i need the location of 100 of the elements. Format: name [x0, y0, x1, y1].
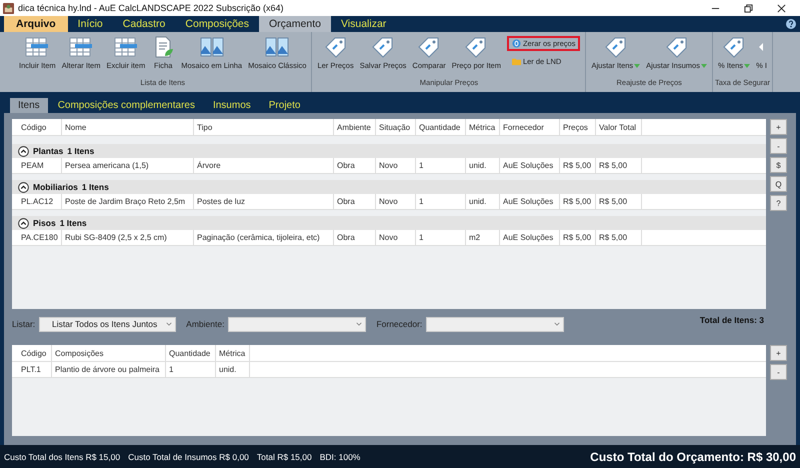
- price-tag-icon: [464, 36, 488, 58]
- filter-label: Fornecedor:: [376, 319, 422, 329]
- menu-tab[interactable]: Orçamento: [259, 16, 331, 32]
- table-cell: PLT.1: [18, 362, 52, 377]
- table-cell: m2: [466, 230, 500, 245]
- table-cell: R$ 5,00: [560, 158, 596, 173]
- group-name: Mobiliarios: [33, 182, 78, 192]
- collapse-icon[interactable]: [18, 218, 29, 228]
- table-cell: Obra: [334, 194, 376, 209]
- table-cell: unid.: [466, 194, 500, 209]
- dropdown-icon: [744, 64, 750, 68]
- column-header[interactable]: Ambiente: [334, 119, 376, 135]
- table-cell: R$ 5,00: [596, 194, 642, 209]
- table-cell: Rubi SG-8409 (2,5 x 2,5 cm): [62, 230, 194, 245]
- side-button[interactable]: -: [770, 364, 787, 380]
- table-cell: Obra: [334, 230, 376, 245]
- table-cell: Persea americana (1,5): [62, 158, 194, 173]
- group-count: 1 Itens: [82, 182, 109, 192]
- table-cell: unid.: [466, 158, 500, 173]
- column-header[interactable]: Tipo: [194, 119, 334, 135]
- column-header[interactable]: Métrica: [466, 119, 500, 135]
- dropdown[interactable]: [228, 316, 366, 332]
- group-name: Pisos: [33, 218, 56, 228]
- table-cell: R$ 5,00: [560, 194, 596, 209]
- mosaic-icon: [200, 36, 224, 58]
- table-cell: PEAM: [18, 158, 62, 173]
- folder-icon: [512, 57, 521, 66]
- price-tag-icon: [417, 36, 442, 58]
- menu-tab[interactable]: Visualizar: [330, 16, 396, 32]
- table-icon: [114, 36, 138, 58]
- side-button[interactable]: ?: [770, 195, 787, 211]
- menu-tab[interactable]: Início: [68, 16, 113, 32]
- collapse-icon[interactable]: [18, 146, 29, 156]
- column-header[interactable]: Situação: [376, 119, 416, 135]
- column-header[interactable]: Preços: [560, 119, 596, 135]
- tab[interactable]: Insumos: [204, 98, 259, 113]
- menu-tab[interactable]: Cadastro: [112, 16, 176, 32]
- table-icon: [69, 36, 94, 58]
- help-icon[interactable]: [786, 19, 796, 29]
- mosaic-icon: [265, 36, 290, 58]
- side-button[interactable]: +: [770, 345, 787, 361]
- column-header[interactable]: Quantidade: [166, 345, 216, 361]
- chevron-icon: [356, 322, 362, 326]
- close-icon[interactable]: [777, 4, 786, 12]
- side-button[interactable]: +: [770, 119, 787, 135]
- status-text: Total R$ 15,00: [256, 452, 312, 462]
- table-cell: Árvore: [194, 158, 334, 173]
- dropdown[interactable]: Listar Todos os Itens Juntos: [39, 316, 176, 332]
- table-cell: unid.: [216, 362, 250, 377]
- menu-tab[interactable]: Composições: [175, 16, 260, 32]
- group-name: Plantas: [33, 146, 64, 156]
- column-header[interactable]: Métrica: [216, 345, 250, 361]
- column-header[interactable]: Código: [18, 345, 52, 361]
- table-cell: PA.CE180: [18, 230, 62, 245]
- table-icon: [25, 36, 50, 58]
- zero-icon: [512, 39, 521, 48]
- price-tag-icon: [371, 36, 396, 58]
- chevron-icon: [554, 322, 560, 326]
- filter-label: Ambiente:: [186, 319, 224, 329]
- tab[interactable]: Itens: [10, 98, 48, 113]
- filter-label: Listar:: [12, 319, 36, 329]
- table-cell: Poste de Jardim Braço Reto 2,5m: [62, 194, 194, 209]
- price-tag-icon: [324, 36, 348, 58]
- side-button[interactable]: $: [770, 157, 787, 173]
- price-tag-icon: [604, 36, 628, 58]
- table-cell: Plantio de árvore ou palmeira: [52, 362, 166, 377]
- status-text: Custo Total de Insumos R$ 0,00: [128, 452, 249, 462]
- table-cell: 1: [416, 158, 466, 173]
- table-cell: Novo: [376, 230, 416, 245]
- table-cell: 1: [416, 194, 466, 209]
- table-cell: 1: [166, 362, 216, 377]
- group-count: 1 Itens: [67, 146, 94, 156]
- menu-tab[interactable]: Arquivo: [4, 16, 68, 32]
- grand-total: Custo Total do Orçamento: R$ 30,00: [590, 450, 796, 464]
- column-header[interactable]: Composições: [52, 345, 166, 361]
- price-tag-icon: [664, 36, 689, 58]
- column-header[interactable]: Valor Total: [596, 119, 642, 135]
- restore-icon[interactable]: [744, 4, 753, 12]
- window-title: dica técnica hy.lnd - AuE CalcLANDSCAPE 2022 Subscrição (x64): [18, 3, 284, 13]
- table-cell: 1: [416, 230, 466, 245]
- side-button[interactable]: Q: [770, 176, 787, 192]
- dropdown-icon: [700, 64, 707, 68]
- table-cell: AuE Soluções: [500, 194, 560, 209]
- table-cell: Novo: [376, 158, 416, 173]
- column-header[interactable]: Código: [18, 119, 62, 135]
- table-cell: R$ 5,00: [560, 230, 596, 245]
- tab[interactable]: Composições complementares: [50, 98, 203, 113]
- collapse-icon[interactable]: [18, 182, 29, 192]
- tab[interactable]: Projeto: [260, 98, 308, 113]
- column-header[interactable]: Nome: [62, 119, 194, 135]
- column-header[interactable]: Quantidade: [416, 119, 466, 135]
- status-text: Custo Total dos Itens R$ 15,00: [4, 452, 120, 462]
- column-header[interactable]: Fornecedor: [500, 119, 560, 135]
- chevron-icon: [166, 322, 172, 326]
- table-cell: Postes de luz: [194, 194, 334, 209]
- price-tag-icon: [722, 36, 746, 58]
- dropdown[interactable]: [426, 316, 564, 332]
- table-cell: AuE Soluções: [500, 230, 560, 245]
- app-icon: [3, 2, 14, 14]
- side-button[interactable]: -: [770, 138, 787, 154]
